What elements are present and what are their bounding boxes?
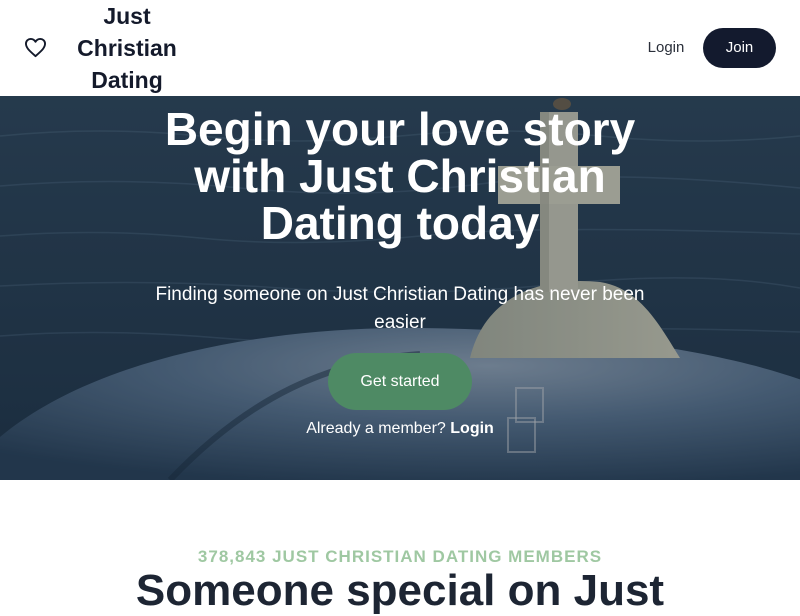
brand-line-2: Christian [77, 35, 177, 61]
hero-title: Begin your love story with Just Christia… [150, 106, 650, 247]
hero-title-line-1: Begin your love story [164, 103, 636, 155]
already-member-line: Already a member? Login [250, 420, 550, 438]
brand-logo-text[interactable]: Just Christian Dating [62, 0, 192, 96]
hero-subtitle-line-2: easier [374, 312, 426, 333]
login-link[interactable]: Login [640, 28, 692, 68]
join-button[interactable]: Join [703, 28, 776, 68]
already-member-text: Already a member? [306, 420, 446, 437]
heart-icon[interactable] [24, 37, 47, 58]
hero-title-line-3: Dating today [260, 197, 540, 249]
hero-subtitle: Finding someone on Just Christian Dating… [140, 281, 660, 337]
members-count-label: 378,843 JUST CHRISTIAN DATING MEMBERS [197, 547, 603, 566]
site-header: Just Christian Dating Login Join [0, 0, 800, 96]
hero-subtitle-line-1: Finding someone on Just Christian Dating… [155, 284, 645, 305]
hero-title-line-2: with Just Christian [194, 150, 606, 202]
hero-login-link[interactable]: Login [450, 420, 494, 437]
hero-section: Begin your love story with Just Christia… [0, 96, 800, 480]
brand-line-1: Just [103, 3, 151, 29]
members-section-title: Someone special on Just [135, 566, 665, 615]
get-started-button[interactable]: Get started [328, 353, 472, 410]
brand-line-3: Dating [91, 67, 163, 93]
